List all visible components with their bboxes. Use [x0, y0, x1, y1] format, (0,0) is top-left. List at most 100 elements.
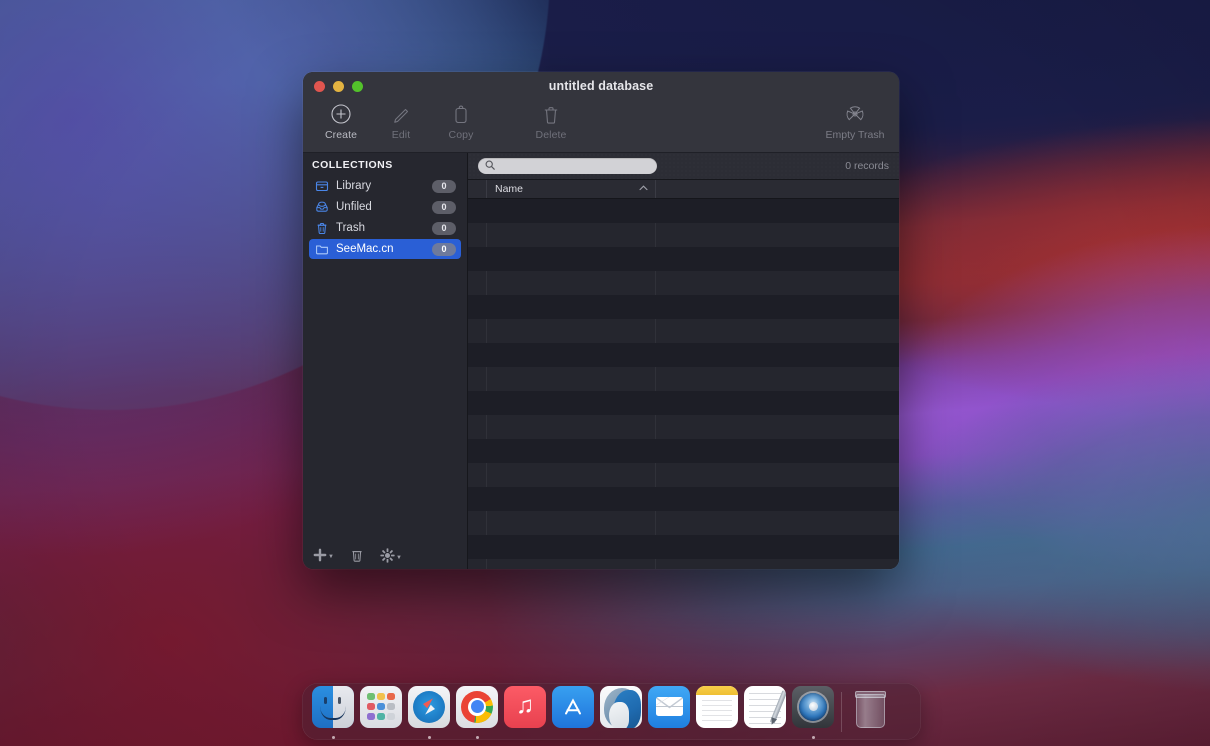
row-spacer-cell [656, 367, 899, 391]
row-name-cell [487, 223, 656, 247]
table-row[interactable] [468, 463, 899, 487]
running-indicator [476, 736, 479, 739]
row-spacer-cell [654, 199, 899, 223]
table-row[interactable] [468, 535, 899, 559]
empty-trash-button[interactable]: Empty Trash [819, 102, 891, 141]
row-spacer-cell [656, 271, 899, 295]
sidebar-item-library[interactable]: Library 0 [309, 176, 461, 196]
row-spacer-cell [654, 391, 899, 415]
chevron-down-icon: ▼ [396, 555, 402, 561]
dock-item-mail[interactable] [645, 681, 693, 743]
table-row[interactable] [468, 271, 899, 295]
row-name-cell [487, 319, 656, 343]
textedit-icon [744, 686, 786, 728]
trash-icon [540, 102, 562, 126]
dock-item-music[interactable]: ♫ [501, 681, 549, 743]
table-row[interactable] [468, 487, 899, 511]
row-name-cell [487, 415, 656, 439]
table-row[interactable] [468, 247, 899, 271]
column-header-spacer [656, 180, 899, 198]
running-indicator [332, 736, 335, 739]
row-name-cell [487, 511, 656, 535]
dock-item-devonthink[interactable] [597, 681, 645, 743]
row-spacer-cell [656, 511, 899, 535]
table-row[interactable] [468, 223, 899, 247]
create-button[interactable]: Create [311, 100, 371, 141]
search-field[interactable] [478, 158, 657, 174]
table-row[interactable] [468, 343, 899, 367]
notes-icon [696, 686, 738, 728]
sidebar-header: COLLECTIONS [303, 153, 467, 176]
row-gutter-cell [468, 271, 487, 295]
table-header: Name [468, 180, 899, 199]
column-header-name-label: Name [495, 183, 523, 195]
row-name-cell [487, 559, 656, 569]
dock-item-chrome[interactable] [453, 681, 501, 743]
chevron-up-icon [639, 184, 648, 193]
row-gutter-cell [468, 199, 486, 223]
row-gutter-cell [468, 223, 487, 247]
row-gutter-cell [468, 391, 486, 415]
sidebar-item-unfiled[interactable]: Unfiled 0 [309, 197, 461, 217]
column-header-name[interactable]: Name [487, 180, 656, 198]
content-area: 0 records Name [468, 153, 899, 569]
sidebar-item-unfiled-label: Unfiled [336, 201, 425, 213]
table-row[interactable] [468, 295, 899, 319]
row-name-cell [487, 463, 656, 487]
dock-item-notes[interactable] [693, 681, 741, 743]
delete-label: Delete [536, 129, 567, 141]
row-gutter-cell [468, 367, 487, 391]
dock-item-launchpad[interactable] [357, 681, 405, 743]
table-row[interactable] [468, 199, 899, 223]
system-preferences-icon [792, 686, 834, 728]
trash-icon [849, 686, 891, 728]
table-row[interactable] [468, 559, 899, 569]
close-button[interactable] [314, 81, 325, 92]
add-collection-button[interactable]: ▼ [313, 548, 334, 562]
dock-item-finder[interactable] [309, 681, 357, 743]
dock-item-system-preferences[interactable] [789, 681, 837, 743]
record-table[interactable] [468, 199, 899, 569]
table-row[interactable] [468, 319, 899, 343]
unfiled-tray-icon [315, 200, 329, 214]
copy-button[interactable]: Copy [431, 100, 491, 141]
delete-collection-button[interactable] [350, 548, 364, 563]
table-row[interactable] [468, 367, 899, 391]
row-spacer-cell [654, 535, 899, 559]
dock-item-safari[interactable] [405, 681, 453, 743]
table-row[interactable] [468, 511, 899, 535]
trash-can-icon [315, 221, 329, 235]
column-header-gutter[interactable] [468, 180, 487, 198]
delete-button[interactable]: Delete [521, 100, 581, 141]
collection-settings-button[interactable]: ▼ [380, 548, 402, 563]
row-spacer-cell [656, 223, 899, 247]
row-name-cell [487, 367, 656, 391]
app-store-icon [552, 686, 594, 728]
sidebar-item-trash[interactable]: Trash 0 [309, 218, 461, 238]
table-row[interactable] [468, 415, 899, 439]
sidebar-item-seemac[interactable]: SeeMac.cn 0 [309, 239, 461, 259]
edit-label: Edit [392, 129, 411, 141]
dock-item-trash[interactable] [846, 681, 894, 743]
row-gutter-cell [468, 559, 487, 569]
edit-button[interactable]: Edit [371, 100, 431, 141]
row-gutter-cell [468, 415, 487, 439]
row-name-cell [486, 487, 654, 511]
search-input[interactable] [499, 159, 643, 173]
table-row[interactable] [468, 439, 899, 463]
row-spacer-cell [654, 247, 899, 271]
minimize-button[interactable] [333, 81, 344, 92]
zoom-button[interactable] [352, 81, 363, 92]
dock-item-app-store[interactable] [549, 681, 597, 743]
row-gutter-cell [468, 511, 487, 535]
dock-item-textedit[interactable] [741, 681, 789, 743]
dock: ♫ [302, 683, 921, 740]
folder-icon [315, 242, 329, 256]
row-spacer-cell [654, 487, 899, 511]
chrome-icon [456, 686, 498, 728]
row-gutter-cell [468, 295, 486, 319]
row-name-cell [486, 439, 654, 463]
row-spacer-cell [656, 463, 899, 487]
plus-circle-icon [330, 102, 352, 126]
table-row[interactable] [468, 391, 899, 415]
